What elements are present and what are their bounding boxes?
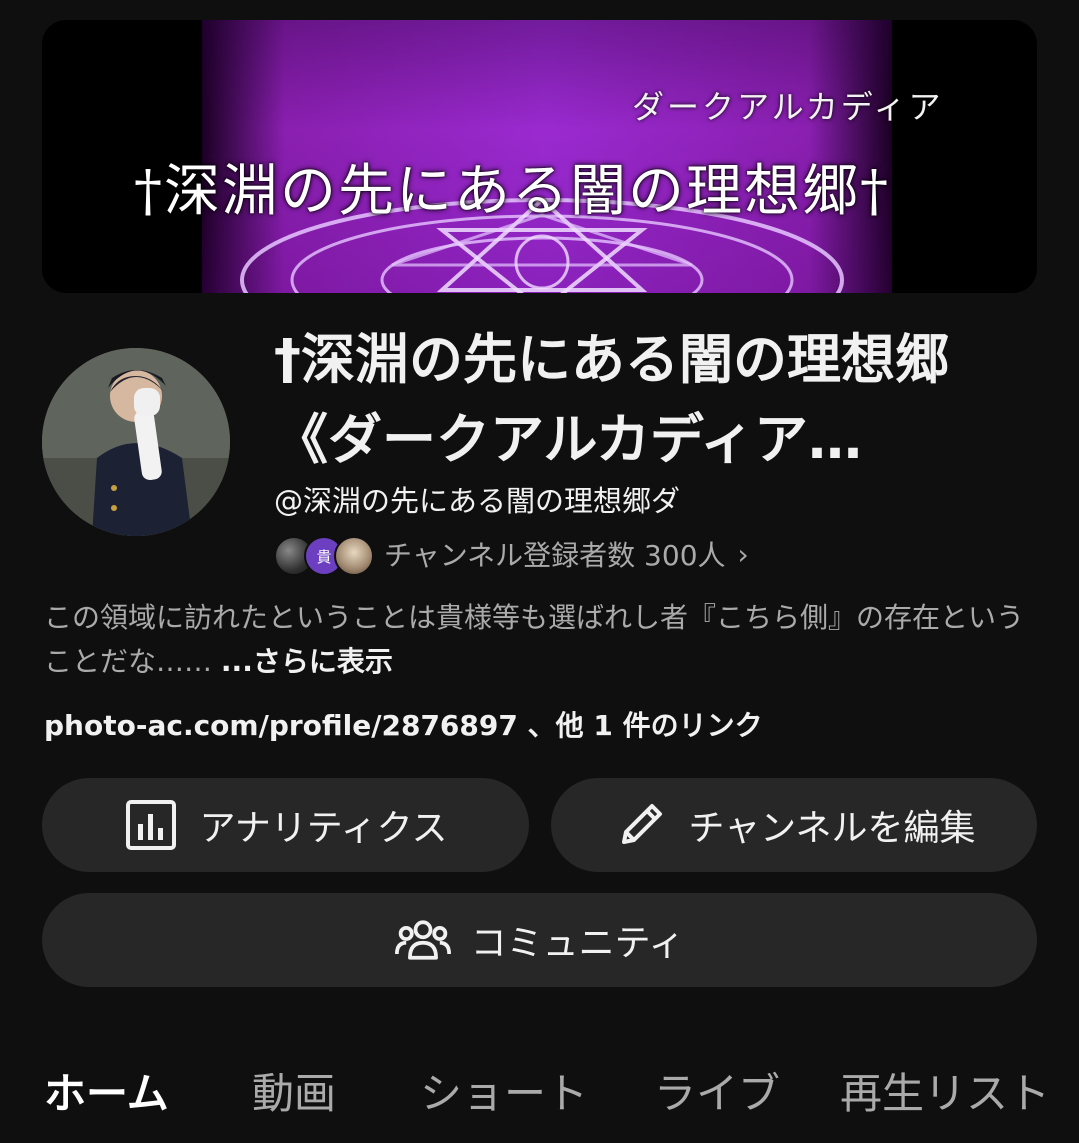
channel-tabs: ホーム 動画 ショート ライブ 再生リスト	[0, 1060, 1079, 1130]
community-button[interactable]: コミュニティ	[42, 893, 1037, 987]
show-more-link[interactable]: ...さらに表示	[221, 645, 393, 678]
analytics-button[interactable]: アナリティクス	[42, 778, 529, 872]
subscriber-count: チャンネル登録者数 300人	[384, 539, 726, 572]
analytics-label: アナリティクス	[199, 808, 448, 849]
channel-avatar[interactable]	[42, 348, 230, 536]
channel-description[interactable]: この領域に訪れたということは貴様等も選ばれし者『こちら側』の存在ということだな……	[44, 596, 1044, 684]
subscriber-avatar	[334, 536, 374, 576]
description-text: この領域に訪れたということは貴様等も選ばれし者『こちら側』の存在ということだな……	[44, 601, 1025, 678]
edit-channel-button[interactable]: チャンネルを編集	[551, 778, 1037, 872]
tab-home[interactable]: ホーム	[44, 1060, 169, 1121]
people-icon	[394, 912, 451, 968]
banner-subtitle: ダークアルカディア	[632, 88, 944, 126]
tab-playlists[interactable]: 再生リスト	[840, 1060, 1050, 1121]
tab-live[interactable]: ライブ	[654, 1060, 780, 1121]
subscriber-row[interactable]: 貴 チャンネル登録者数 300人 ›	[274, 532, 749, 576]
tab-videos[interactable]: 動画	[252, 1060, 336, 1121]
bar-chart-icon	[123, 797, 179, 853]
tab-shorts[interactable]: ショート	[420, 1060, 588, 1121]
pencil-icon	[613, 797, 669, 853]
chevron-right-icon: ›	[737, 537, 749, 571]
subscriber-avatars: 貴	[274, 532, 374, 576]
banner-title: †深淵の先にある闇の理想郷†	[134, 159, 890, 224]
community-label: コミュニティ	[470, 923, 685, 964]
channel-handle: @深淵の先にある闇の理想郷ダ	[274, 484, 681, 518]
edit-channel-label: チャンネルを編集	[688, 808, 976, 849]
channel-name: †深淵の先にある闇の理想郷《ダークアルカディア…	[274, 328, 949, 471]
channel-links[interactable]: photo-ac.com/profile/2876897 、他 1 件のリンク	[44, 704, 763, 744]
channel-banner: ダークアルカディア †深淵の先にある闇の理想郷†	[42, 20, 1037, 293]
